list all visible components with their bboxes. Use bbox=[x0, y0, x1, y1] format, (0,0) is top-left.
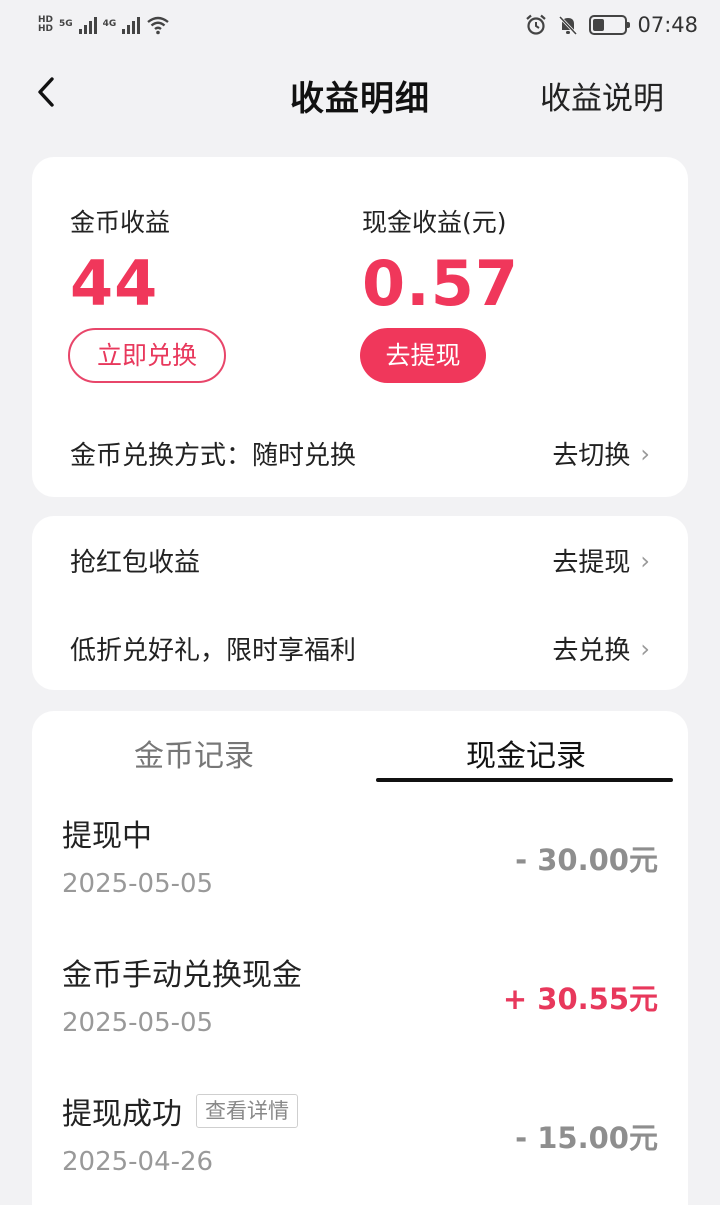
cash-earnings: 现金收益(元) 0.57 bbox=[362, 203, 519, 315]
coin-earnings-value: 44 bbox=[70, 247, 159, 320]
list-item[interactable]: 提现成功 查看详情 2025-04-26 - 15.00元 bbox=[62, 1089, 658, 1199]
switch-method-action[interactable]: 去切换 › bbox=[552, 435, 650, 472]
view-details-button[interactable]: 查看详情 bbox=[196, 1094, 298, 1128]
nav-bar: 收益明细 收益说明 bbox=[0, 55, 720, 135]
record-amount: - 30.00元 bbox=[515, 843, 658, 877]
status-time: 07:48 bbox=[637, 13, 698, 37]
sim1-network: 5G bbox=[59, 19, 73, 29]
record-title-text: 提现成功 bbox=[62, 1097, 182, 1132]
discount-gift-action-label: 去兑换 bbox=[552, 636, 631, 666]
withdraw-button[interactable]: 去提现 bbox=[360, 328, 486, 383]
hd-icon: HD HD bbox=[38, 15, 54, 34]
promo-card: 抢红包收益 去提现 › 低折兑好礼，限时享福利 去兑换 › bbox=[32, 516, 688, 690]
records-card: 金币记录 现金记录 提现中 2025-05-05 - 30.00元 金币手动兑换… bbox=[32, 711, 688, 1205]
chevron-right-icon: › bbox=[640, 546, 650, 575]
wifi-icon bbox=[147, 16, 170, 35]
tab-coin-records[interactable]: 金币记录 bbox=[44, 731, 344, 775]
sim2-network: 4G bbox=[102, 19, 117, 29]
signal-icon bbox=[122, 16, 141, 34]
status-left: HD HD 5G 4G bbox=[38, 15, 170, 35]
record-amount: - 15.00元 bbox=[515, 1121, 658, 1155]
earnings-card: 金币收益 44 现金收益(元) 0.57 立即兑换 去提现 金币兑换方式：随时兑… bbox=[32, 157, 688, 497]
discount-gift-label: 低折兑好礼，限时享福利 bbox=[70, 636, 357, 666]
coin-earnings-label: 金币收益 bbox=[70, 208, 171, 237]
cash-earnings-label: 现金收益(元) bbox=[362, 208, 507, 237]
active-tab-indicator bbox=[376, 778, 673, 782]
chevron-right-icon: › bbox=[640, 634, 650, 663]
battery-icon bbox=[589, 15, 631, 35]
record-title-text: 提现中 bbox=[62, 819, 152, 854]
chevron-right-icon: › bbox=[640, 439, 650, 468]
mute-bell-icon bbox=[559, 15, 578, 36]
exchange-method-row[interactable]: 金币兑换方式：随时兑换 去切换 › bbox=[70, 435, 650, 472]
signal-icon bbox=[78, 16, 97, 34]
list-item[interactable]: 提现中 2025-05-05 - 30.00元 bbox=[62, 811, 658, 921]
status-bar: HD HD 5G 4G 07:48 bbox=[0, 0, 720, 50]
record-amount: + 30.55元 bbox=[502, 982, 658, 1016]
exchange-now-button[interactable]: 立即兑换 bbox=[68, 328, 226, 383]
status-right: 07:48 bbox=[525, 13, 698, 37]
switch-method-label: 去切换 bbox=[552, 441, 631, 471]
record-title-text: 金币手动兑换现金 bbox=[62, 958, 302, 993]
red-packet-action[interactable]: 去提现 › bbox=[552, 542, 650, 579]
red-packet-row[interactable]: 抢红包收益 去提现 › bbox=[70, 542, 650, 579]
discount-gift-row[interactable]: 低折兑好礼，限时享福利 去兑换 › bbox=[70, 630, 650, 667]
earnings-info-link[interactable]: 收益说明 bbox=[540, 73, 664, 118]
red-packet-action-label: 去提现 bbox=[552, 548, 631, 578]
list-item[interactable]: 金币手动兑换现金 2025-05-05 + 30.55元 bbox=[62, 950, 658, 1060]
red-packet-label: 抢红包收益 bbox=[70, 548, 201, 578]
alarm-icon bbox=[526, 14, 547, 35]
coin-earnings: 金币收益 44 bbox=[70, 203, 170, 315]
tab-cash-records[interactable]: 现金记录 bbox=[376, 731, 676, 775]
exchange-method-label: 金币兑换方式：随时兑换 bbox=[70, 441, 357, 471]
cash-earnings-value: 0.57 bbox=[362, 247, 519, 320]
records-tabs: 金币记录 现金记录 bbox=[32, 711, 688, 783]
discount-gift-action[interactable]: 去兑换 › bbox=[552, 630, 650, 667]
